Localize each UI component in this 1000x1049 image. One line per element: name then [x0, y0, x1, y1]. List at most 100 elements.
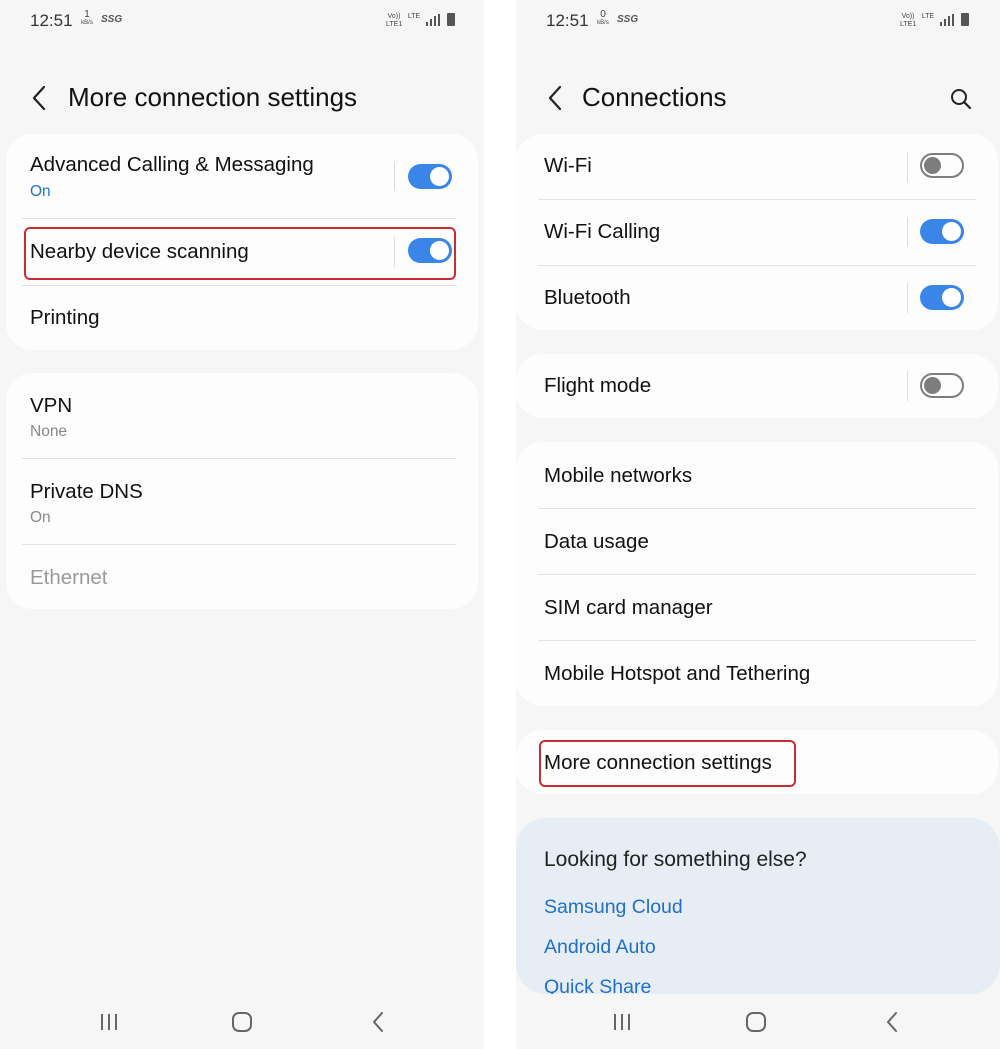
- android-auto-link[interactable]: Android Auto: [544, 936, 656, 959]
- wifi-toggle[interactable]: [920, 153, 964, 178]
- recents-icon: [101, 1014, 117, 1030]
- private-dns-status: On: [30, 509, 51, 526]
- home-icon: [746, 1012, 766, 1032]
- volte-indicator: Vo)) LTE1: [900, 13, 917, 28]
- private-dns-title: Private DNS: [30, 480, 143, 503]
- screenshot-gap: [484, 0, 516, 1049]
- status-bar: 12:51 0 kB/s SSG Vo)) LTE1 LTE: [516, 0, 1000, 42]
- network-speed-value: 1: [84, 9, 90, 20]
- status-time: 12:51: [30, 11, 73, 30]
- advanced-calling-status: On: [30, 183, 51, 200]
- mobile-hotspot-row[interactable]: Mobile Hotspot and Tethering: [516, 641, 998, 706]
- settings-group-flight: Flight mode: [516, 354, 998, 418]
- network-speed-value: 0: [600, 9, 606, 20]
- lte-indicator: LTE: [407, 13, 421, 20]
- flight-mode-toggle[interactable]: [920, 373, 964, 398]
- advanced-calling-row[interactable]: Advanced Calling & Messaging On: [6, 134, 478, 218]
- navigation-bar: [0, 995, 484, 1049]
- settings-group-mobile: Mobile networks Data usage SIM card mana…: [516, 442, 998, 706]
- data-usage-title: Data usage: [544, 530, 649, 553]
- app-bar: Connections: [516, 70, 1000, 126]
- app-bar: More connection settings: [0, 70, 484, 126]
- status-bar: 12:51 1 kB/s SSG Vo)) LTE1 LTE: [0, 0, 484, 42]
- highlight-box: [24, 227, 456, 280]
- private-dns-row[interactable]: Private DNS On: [6, 459, 478, 544]
- bluetooth-row[interactable]: Bluetooth: [516, 266, 998, 330]
- vpn-row[interactable]: VPN None: [6, 373, 478, 458]
- signal-icon: [426, 14, 440, 26]
- advanced-calling-title: Advanced Calling & Messaging: [30, 153, 314, 176]
- bluetooth-title: Bluetooth: [544, 286, 631, 309]
- settings-group-network: VPN None Private DNS On Ethernet: [6, 373, 478, 609]
- divider: [907, 217, 908, 247]
- suggestions-card: Looking for something else? Samsung Clou…: [516, 818, 1000, 994]
- printing-title: Printing: [30, 306, 100, 329]
- page-title: Connections: [582, 82, 727, 112]
- more-connection-settings-screen: 12:51 1 kB/s SSG Vo)) LTE1 LTE More conn…: [0, 0, 484, 1049]
- wifi-calling-toggle[interactable]: [920, 219, 964, 244]
- back-button[interactable]: [540, 80, 570, 116]
- quick-share-link[interactable]: Quick Share: [544, 976, 651, 994]
- nav-back-button[interactable]: [358, 1005, 398, 1039]
- chevron-left-icon: [548, 85, 562, 111]
- nav-back-icon: [373, 1012, 383, 1032]
- home-button[interactable]: [736, 1005, 776, 1039]
- nav-back-button[interactable]: [872, 1005, 912, 1039]
- mobile-networks-title: Mobile networks: [544, 464, 693, 487]
- toggle-knob: [942, 288, 961, 307]
- signal-icon: [940, 14, 954, 26]
- divider: [907, 371, 908, 401]
- search-button[interactable]: [944, 82, 978, 116]
- flight-mode-title: Flight mode: [544, 374, 652, 397]
- toggle-knob: [924, 377, 941, 394]
- network-speed: 1 kB/s: [79, 10, 95, 27]
- navigation-bar: [516, 995, 1000, 1049]
- divider: [394, 161, 395, 191]
- mobile-hotspot-title: Mobile Hotspot and Tethering: [544, 662, 811, 685]
- battery-icon: [447, 13, 455, 26]
- advanced-calling-toggle[interactable]: [408, 164, 452, 189]
- flight-mode-row[interactable]: Flight mode: [516, 354, 998, 418]
- network-speed-unit: kB/s: [597, 20, 609, 26]
- vpn-status: None: [30, 423, 68, 440]
- lte-indicator: LTE: [921, 13, 935, 20]
- wifi-row[interactable]: Wi-Fi: [516, 134, 998, 199]
- toggle-knob: [942, 222, 961, 241]
- samsung-cloud-link[interactable]: Samsung Cloud: [544, 896, 683, 919]
- wifi-title: Wi-Fi: [544, 154, 592, 177]
- page-title: More connection settings: [68, 82, 358, 112]
- ethernet-row: Ethernet: [6, 545, 478, 609]
- sim-card-manager-title: SIM card manager: [544, 596, 713, 619]
- search-icon: [951, 89, 972, 110]
- home-icon: [232, 1012, 252, 1032]
- home-button[interactable]: [222, 1005, 262, 1039]
- bluetooth-toggle[interactable]: [920, 285, 964, 310]
- vpn-title: VPN: [30, 394, 73, 417]
- carrier-label: SSG: [101, 14, 123, 25]
- recents-button[interactable]: [602, 1005, 642, 1039]
- recents-icon: [614, 1014, 630, 1030]
- divider: [907, 283, 908, 313]
- recents-button[interactable]: [89, 1005, 129, 1039]
- connections-screen: 12:51 0 kB/s SSG Vo)) LTE1 LTE Connectio…: [516, 0, 1000, 1049]
- printing-row[interactable]: Printing: [6, 286, 478, 350]
- network-speed: 0 kB/s: [595, 10, 611, 27]
- back-button[interactable]: [24, 80, 54, 116]
- nav-back-icon: [887, 1012, 897, 1032]
- status-time: 12:51: [546, 11, 589, 30]
- battery-icon: [961, 13, 969, 26]
- highlight-box: [539, 740, 796, 787]
- toggle-knob: [430, 167, 449, 186]
- wifi-calling-row[interactable]: Wi-Fi Calling: [516, 200, 998, 265]
- divider: [907, 152, 908, 182]
- carrier-label: SSG: [617, 14, 639, 25]
- sim-card-manager-row[interactable]: SIM card manager: [516, 575, 998, 640]
- ethernet-title: Ethernet: [30, 566, 108, 589]
- volte-indicator: Vo)) LTE1: [386, 13, 403, 28]
- network-speed-unit: kB/s: [81, 20, 93, 26]
- suggestions-title: Looking for something else?: [544, 848, 807, 871]
- chevron-left-icon: [32, 85, 46, 111]
- settings-group-wireless: Wi-Fi Wi-Fi Calling Bluetooth: [516, 134, 998, 330]
- data-usage-row[interactable]: Data usage: [516, 509, 998, 574]
- mobile-networks-row[interactable]: Mobile networks: [516, 442, 998, 508]
